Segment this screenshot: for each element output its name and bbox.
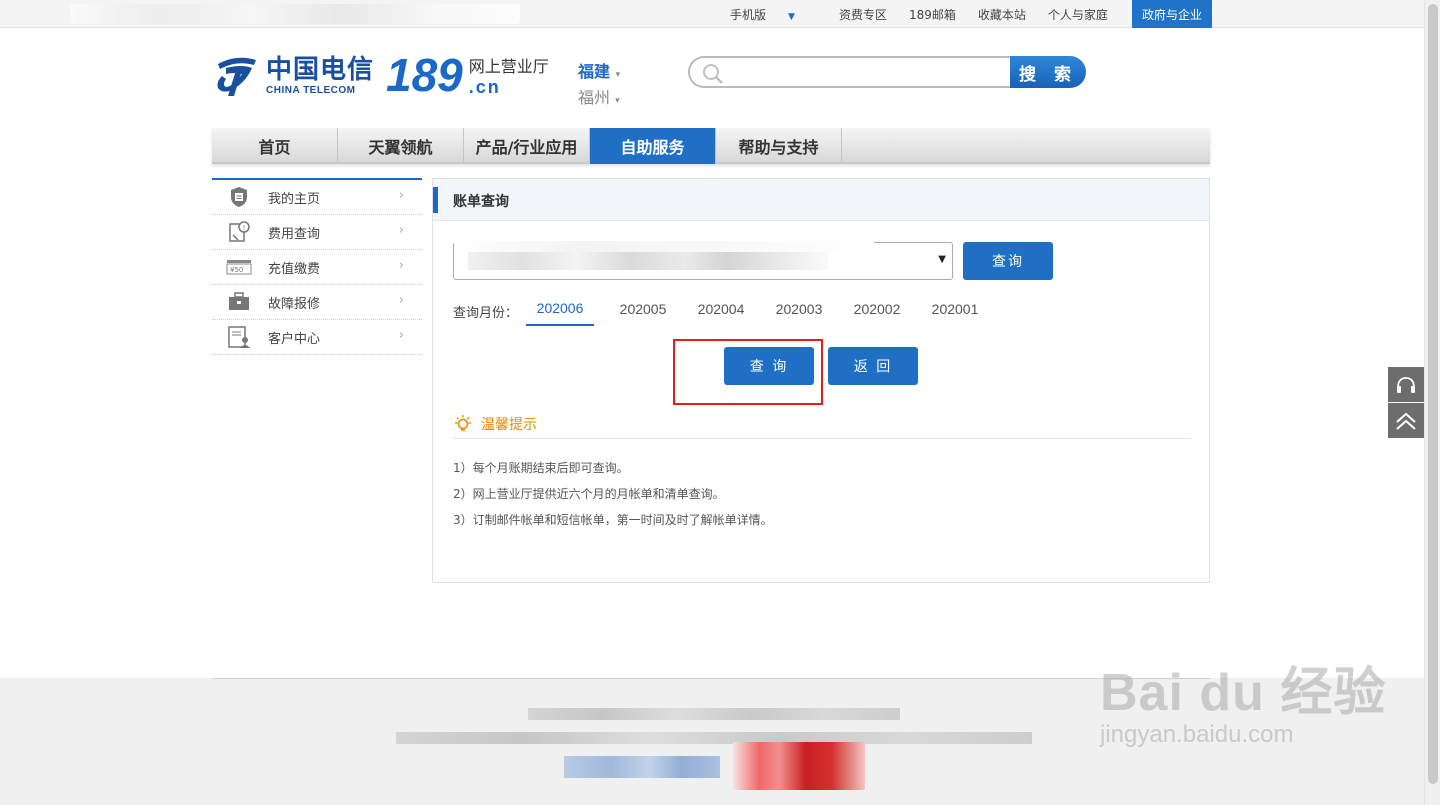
dropdown-arrow-icon: ▼ xyxy=(938,254,946,265)
city-select[interactable]: 福州 ▾ xyxy=(578,84,620,108)
blurred-footer-links xyxy=(528,708,900,720)
footer-divider xyxy=(212,678,1210,679)
search-input[interactable] xyxy=(688,56,1018,88)
shield-icon xyxy=(226,185,252,209)
panel-title: 账单查询 xyxy=(453,194,509,210)
sidebar-item-recharge[interactable]: ¥50 充值缴费 › xyxy=(212,250,422,285)
month-tab-202001[interactable]: 202001 xyxy=(916,297,994,325)
caret-icon: ▾ xyxy=(615,70,621,80)
baidu-watermark: Bai du 经验 jingyan.baidu.com xyxy=(1100,650,1386,749)
watermark-url: jingyan.baidu.com xyxy=(1100,721,1294,748)
customer-icon xyxy=(226,325,252,349)
month-tab-202003[interactable]: 202003 xyxy=(760,297,838,325)
back-to-top-button[interactable] xyxy=(1388,403,1424,438)
nav-tianyi[interactable]: 天翼领航 xyxy=(338,128,464,164)
month-label: 查询月份： xyxy=(453,305,519,321)
chevron-right-icon: › xyxy=(398,258,404,273)
logo-text: 中国电信 CHINA TELECOM xyxy=(266,55,374,96)
panel-header: 账单查询 xyxy=(433,179,1209,221)
tips-header: 温馨提示 xyxy=(453,409,1191,439)
logo-189: 189 xyxy=(386,49,463,101)
month-tab-202005[interactable]: 202005 xyxy=(604,297,682,325)
tip-item: 2）网上营业厅提供近六个月的月帐单和清单查询。 xyxy=(453,487,725,501)
blurred-account-number xyxy=(468,252,828,270)
month-selector: 查询月份： 202006 202005 202004 202003 202002… xyxy=(453,296,994,326)
province-select[interactable]: 福建 ▾ xyxy=(578,58,620,82)
chevron-right-icon: › xyxy=(398,328,404,343)
search-icon xyxy=(703,64,723,84)
top-bar: 手机版 ▼ 资费专区 189邮箱 收藏本站 个人与家庭 政府与企业 xyxy=(0,0,1424,28)
hall-text: 网上营业厅 xyxy=(468,56,549,76)
main-nav: 首页 天翼领航 产品/行业应用 自助服务 帮助与支持 xyxy=(212,128,1210,164)
sidebar-item-customer-center[interactable]: 客户中心 › xyxy=(212,320,422,355)
tips-title: 温馨提示 xyxy=(481,416,537,433)
sidebar-item-my-home[interactable]: 我的主页 › xyxy=(212,180,422,215)
page-scrollbar[interactable] xyxy=(1424,0,1440,805)
logo-en-text: CHINA TELECOM xyxy=(266,84,356,96)
money-icon: ¥50 xyxy=(226,255,252,279)
chevron-right-icon: › xyxy=(398,223,404,238)
sidebar-item-label: 费用查询 xyxy=(268,226,321,242)
top-links: 手机版 ▼ 资费专区 189邮箱 收藏本站 个人与家庭 xyxy=(730,0,1130,28)
lightbulb-icon xyxy=(455,414,471,431)
svg-text:¥50: ¥50 xyxy=(230,266,243,274)
logo-side: 网上营业厅 .cn xyxy=(469,53,549,98)
nav-home[interactable]: 首页 xyxy=(212,128,338,164)
submit-query-button[interactable]: 查 询 xyxy=(724,347,814,385)
blurred-footer-seal xyxy=(733,742,865,790)
gov-enterprise-button[interactable]: 政府与企业 xyxy=(1132,0,1212,28)
mailbox-link[interactable]: 189邮箱 xyxy=(909,6,956,23)
sidebar-item-label: 充值缴费 xyxy=(268,261,321,277)
sidebar-item-repair[interactable]: 故障报修 › xyxy=(212,285,422,320)
chevron-up-icon xyxy=(1396,412,1416,430)
blurred-footer-badge xyxy=(564,756,720,778)
sidebar-item-fee-query[interactable]: ! 费用查询 › xyxy=(212,215,422,250)
tip-item: 1）每个月账期结束后即可查询。 xyxy=(453,461,629,475)
headset-icon xyxy=(1397,376,1415,393)
personal-family-link[interactable]: 个人与家庭 xyxy=(1048,6,1108,23)
watermark-brand: Bai du 经验 xyxy=(1100,664,1387,722)
sidebar-item-label: 我的主页 xyxy=(268,191,321,207)
tariff-zone-link[interactable]: 资费专区 xyxy=(839,6,887,23)
domain-text: .cn xyxy=(468,76,501,97)
bill-query-panel: 账单查询 ▼ 查询 查询月份： 202006 202005 202004 202… xyxy=(432,178,1210,583)
region-selector[interactable]: 福建 ▾ 福州 ▾ xyxy=(578,58,620,108)
tip-item: 3）订制邮件帐单和短信帐单，第一时间及时了解帐单详情。 xyxy=(453,513,773,527)
blurred-footer-copyright xyxy=(396,732,1032,744)
china-telecom-logo[interactable]: 中国电信 CHINA TELECOM 189 网上营业厅 .cn xyxy=(212,52,549,98)
blurred-top-info xyxy=(70,4,520,24)
logo-cn-text: 中国电信 xyxy=(266,54,375,85)
month-tab-202004[interactable]: 202004 xyxy=(682,297,760,325)
search-button[interactable]: 搜 索 xyxy=(1010,56,1086,88)
telecom-logo-icon xyxy=(217,57,256,96)
sidebar-item-label: 故障报修 xyxy=(268,296,321,312)
sidebar: 我的主页 › ! 费用查询 › ¥50 充值缴费 › 故障报修 › 客户中心 › xyxy=(212,178,422,355)
bookmark-link[interactable]: 收藏本站 xyxy=(978,6,1026,23)
mobile-version-link[interactable]: 手机版 ▼ xyxy=(730,6,817,23)
nav-products[interactable]: 产品/行业应用 xyxy=(464,128,590,164)
back-button[interactable]: 返 回 xyxy=(828,347,918,385)
search-bar: 搜 索 xyxy=(688,56,1086,88)
month-tab-202002[interactable]: 202002 xyxy=(838,297,916,325)
month-tab-202006[interactable]: 202006 xyxy=(526,296,595,326)
caret-icon: ▾ xyxy=(615,96,620,106)
account-query-button[interactable]: 查询 xyxy=(963,242,1053,280)
caret-down-icon: ▼ xyxy=(788,11,795,22)
nav-self-service[interactable]: 自助服务 xyxy=(590,128,716,164)
nav-help[interactable]: 帮助与支持 xyxy=(716,128,842,164)
account-select[interactable]: ▼ xyxy=(453,241,953,280)
panel-header-accent xyxy=(433,187,438,213)
sidebar-item-label: 客户中心 xyxy=(268,331,321,347)
fee-query-icon: ! xyxy=(226,220,252,244)
toolbox-icon xyxy=(226,290,252,314)
scrollbar-thumb[interactable] xyxy=(1428,4,1438,784)
chevron-right-icon: › xyxy=(398,293,404,308)
chevron-right-icon: › xyxy=(398,188,404,203)
svg-text:!: ! xyxy=(243,224,246,232)
customer-service-button[interactable] xyxy=(1388,367,1424,402)
tips-list: 1）每个月账期结束后即可查询。 2）网上营业厅提供近六个月的月帐单和清单查询。 … xyxy=(453,455,773,533)
